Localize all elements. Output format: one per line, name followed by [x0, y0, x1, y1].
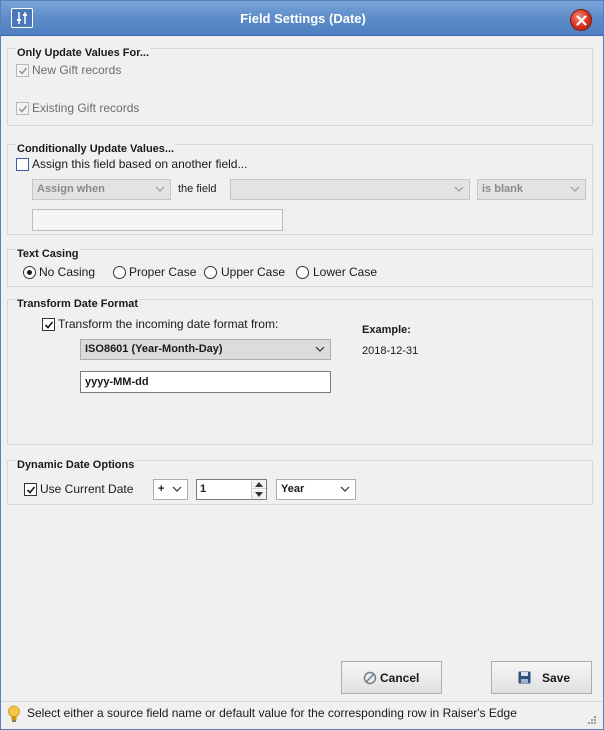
conditional-title: Conditionally Update Values...	[16, 143, 176, 155]
stepper-buttons	[251, 480, 266, 499]
condition-select[interactable]: is blank	[477, 179, 586, 200]
cancel-label: Cancel	[380, 671, 420, 685]
new-gift-checkbox[interactable]	[16, 64, 29, 77]
field-select[interactable]	[230, 179, 470, 200]
close-icon[interactable]	[570, 9, 592, 31]
date-format-select[interactable]: ISO8601 (Year-Month-Day)	[80, 339, 331, 360]
radio-proper-case[interactable]	[113, 266, 126, 279]
text-casing-title: Text Casing	[16, 248, 80, 260]
example-label: Example:	[362, 324, 411, 336]
stepper-up-icon[interactable]	[252, 480, 266, 489]
dynamic-date-title: Dynamic Date Options	[16, 459, 136, 471]
title-bar[interactable]: Field Settings (Date)	[1, 1, 603, 36]
operator-select[interactable]: +	[153, 479, 188, 500]
date-pattern-input[interactable]: yyyy-MM-dd	[80, 371, 331, 393]
text-casing-group: Text Casing No Casing Proper Case Upper …	[7, 248, 593, 287]
resize-grip-icon[interactable]	[587, 715, 597, 725]
chevron-down-icon	[172, 486, 182, 492]
chevron-down-icon	[570, 186, 580, 192]
chevron-down-icon	[315, 346, 325, 352]
lightbulb-icon	[8, 705, 20, 722]
transform-date-label: Transform the incoming date format from:	[58, 317, 279, 331]
existing-gift-label: Existing Gift records	[32, 101, 140, 115]
example-value: 2018-12-31	[362, 345, 419, 357]
chevron-down-icon	[340, 486, 350, 492]
save-button[interactable]: Save	[491, 661, 592, 694]
radio-no-casing[interactable]	[23, 266, 36, 279]
assign-when-select[interactable]: Assign when	[32, 179, 171, 200]
date-format-value: ISO8601 (Year-Month-Day)	[85, 343, 223, 355]
radio-upper-case[interactable]	[204, 266, 217, 279]
transform-date-title: Transform Date Format	[16, 298, 140, 310]
status-message: Select either a source field name or def…	[27, 706, 517, 720]
only-update-group: Only Update Values For... New Gift recor…	[7, 47, 593, 126]
chevron-down-icon	[155, 186, 165, 192]
no-casing-label: No Casing	[39, 265, 96, 279]
proper-case-label: Proper Case	[129, 265, 197, 279]
condition-value: is blank	[482, 183, 523, 195]
field-settings-window: Field Settings (Date) Only Update Values…	[0, 0, 604, 730]
status-bar: Select either a source field name or def…	[1, 701, 603, 729]
save-disk-icon	[518, 671, 531, 684]
upper-case-label: Upper Case	[221, 265, 286, 279]
assign-when-value: Assign when	[37, 183, 105, 195]
window-title: Field Settings (Date)	[240, 11, 366, 26]
transform-date-group: Transform Date Format Transform the inco…	[7, 298, 593, 445]
date-pattern-text: yyyy-MM-dd	[85, 376, 149, 388]
chevron-down-icon	[454, 186, 464, 192]
conditional-group: Conditionally Update Values... Assign th…	[7, 143, 593, 235]
dynamic-date-group: Dynamic Date Options Use Current Date + …	[7, 459, 593, 505]
radio-lower-case[interactable]	[296, 266, 309, 279]
unit-select[interactable]: Year	[276, 479, 356, 500]
save-label: Save	[542, 671, 571, 685]
cancel-icon	[363, 671, 377, 685]
unit-value: Year	[281, 483, 305, 495]
existing-gift-checkbox[interactable]	[16, 102, 29, 115]
use-current-date-label: Use Current Date	[40, 482, 134, 496]
assign-based-checkbox[interactable]	[16, 158, 29, 171]
assign-based-label: Assign this field based on another field…	[32, 157, 248, 171]
the-field-label: the field	[178, 183, 217, 195]
default-value-input[interactable]	[32, 209, 283, 231]
cancel-button[interactable]: Cancel	[341, 661, 442, 694]
operator-value: +	[158, 483, 165, 495]
only-update-title: Only Update Values For...	[16, 47, 151, 59]
stepper-down-icon[interactable]	[252, 490, 266, 499]
amount-stepper[interactable]: 1	[196, 479, 267, 500]
use-current-date-checkbox[interactable]	[24, 483, 37, 496]
transform-date-checkbox[interactable]	[42, 318, 55, 331]
new-gift-label: New Gift records	[32, 63, 122, 77]
lower-case-label: Lower Case	[313, 265, 378, 279]
amount-value: 1	[200, 483, 207, 495]
